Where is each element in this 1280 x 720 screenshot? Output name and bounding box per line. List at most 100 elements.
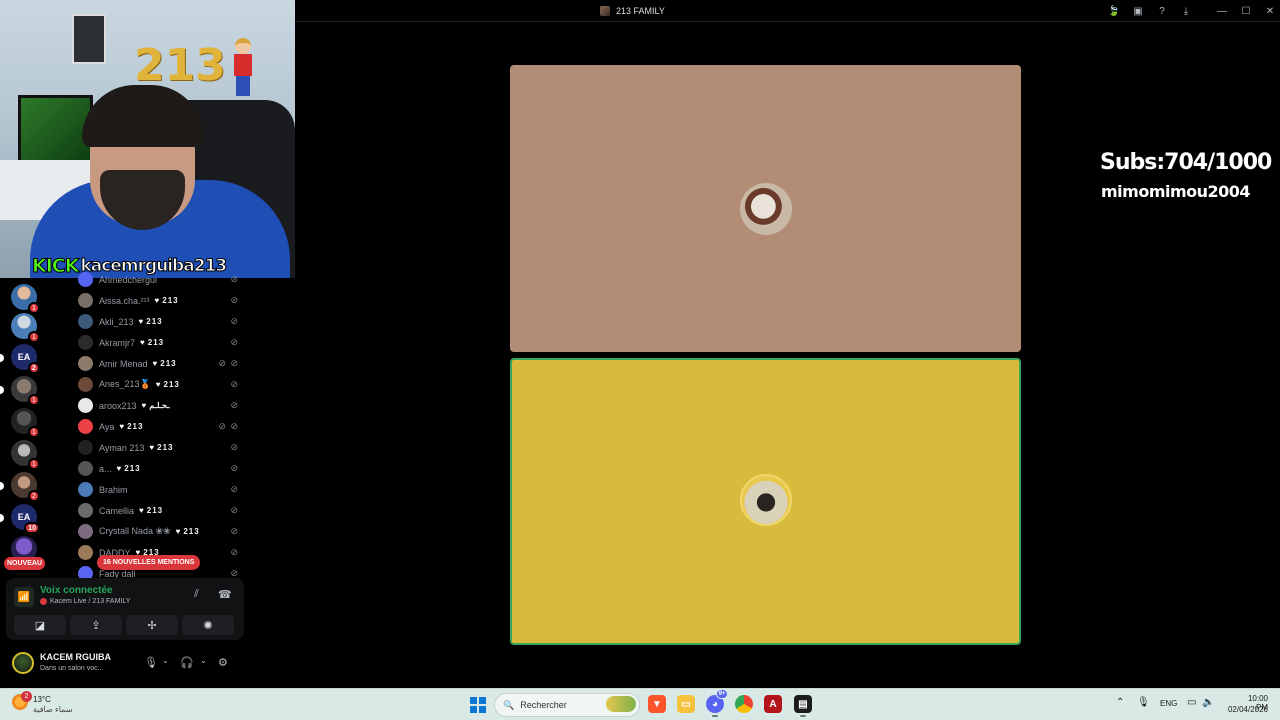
help-icon[interactable]: ? (1154, 3, 1170, 19)
chevron-down-icon[interactable]: ⌄ (200, 656, 207, 665)
tag-text: 213 (183, 527, 200, 536)
server-item[interactable]: 1 (11, 284, 40, 314)
weather-description: سماء صافية (33, 705, 73, 714)
latest-subscriber: mimomimou2004 (1101, 182, 1251, 201)
participant-tile[interactable] (510, 65, 1021, 352)
activities-button[interactable]: ✢ (126, 615, 178, 635)
avatar (78, 482, 93, 497)
member-item[interactable]: aroox213 ♥ ـحـلـم ⊘ (78, 395, 248, 416)
deafened-icon: ⊘ (230, 316, 238, 326)
member-item[interactable]: Ahmedchergui ⊘ (78, 272, 248, 290)
member-item[interactable]: Amir Menad ♥ 213 ⊘ ⊘ (78, 353, 248, 374)
volume-icon[interactable]: 🔈 (1202, 697, 1214, 708)
camera-off-button[interactable]: ◪ (14, 615, 66, 635)
member-item[interactable]: Akramjr7 ♥ 213 ⊘ (78, 332, 248, 353)
deafened-icon: ⊘ (230, 526, 238, 536)
signal-icon[interactable]: 📶 (14, 587, 34, 607)
voice-channel[interactable]: Kacem Live / 213 FAMILY (40, 598, 130, 605)
deafened-icon: ⊘ (230, 463, 238, 473)
muted-icon: ⊘ (218, 358, 226, 368)
heart-icon: ♥ (152, 359, 159, 368)
participant-tile-speaking[interactable] (510, 358, 1021, 645)
chevron-up-icon[interactable]: ⌃ (1116, 697, 1124, 708)
disconnect-icon[interactable]: ☎ (218, 588, 232, 601)
noise-suppression-icon[interactable]: ⫽ (194, 588, 199, 601)
new-servers-badge[interactable]: NOUVEAU (4, 557, 46, 570)
file-explorer-icon[interactable]: ▭ (677, 695, 695, 713)
new-mentions-button[interactable]: 16 NOUVELLES MENTIONS (97, 555, 201, 570)
muted-icon: ⊘ (218, 421, 226, 431)
microphone-icon[interactable]: 🎙 (144, 656, 158, 669)
member-item[interactable]: Anes_213🥉 ♥ 213 ⊘ (78, 374, 248, 395)
server-tag: ♥ 213 (149, 443, 173, 452)
heart-icon: ♥ (138, 317, 145, 326)
figurine (232, 38, 254, 98)
soundboard-button[interactable]: ✺ (182, 615, 234, 635)
download-icon[interactable]: ⤓ (1178, 3, 1194, 19)
deafened-icon: ⊘ (230, 358, 238, 368)
headset-icon[interactable]: 🎧 (180, 656, 194, 669)
deafened-icon: ⊘ (230, 421, 238, 431)
taskbar: 2 13°C سماء صافية 🔍 Rechercher ▼ ▭ ◕ 9+ … (0, 688, 1280, 720)
close-icon[interactable]: ✕ (1262, 3, 1278, 19)
terminal-app-icon[interactable]: ▤ (794, 695, 812, 717)
server-tag: ♥ 213 (139, 317, 163, 326)
server-item[interactable]: 1 (11, 376, 40, 406)
server-item-ea[interactable]: EA 10 (11, 504, 40, 534)
screen-share-button[interactable]: ⇪ (70, 615, 122, 635)
search-placeholder: Rechercher (520, 700, 567, 710)
member-item[interactable]: Ayman 213 ♥ 213 ⊘ (78, 437, 248, 458)
member-name: a... (99, 463, 112, 474)
minimize-icon[interactable]: — (1214, 3, 1230, 19)
member-item[interactable]: Akli_213 ♥ 213 ⊘ (78, 311, 248, 332)
unread-indicator (0, 514, 4, 522)
adobe-icon[interactable]: A (764, 695, 782, 713)
user-name[interactable]: KACEM RGUIBA (40, 652, 111, 662)
member-name: Aissa.cha.²¹³ (99, 295, 150, 306)
clock-date[interactable]: 02/04/2026 (1226, 705, 1268, 714)
member-item[interactable]: Aya ♥ 213 ⊘ ⊘ (78, 416, 248, 437)
weather-temperature[interactable]: 13°C (33, 695, 51, 704)
member-item[interactable]: Camellia ♥ 213 ⊘ (78, 500, 248, 521)
microphone-icon[interactable]: 🎙 (1137, 697, 1150, 708)
server-item[interactable]: 1 (11, 313, 40, 343)
member-item[interactable]: Brahim ⊘ (78, 479, 248, 500)
maximize-icon[interactable]: ☐ (1238, 3, 1254, 19)
server-tag: ♥ 213 (117, 464, 141, 473)
server-tag: ♥ ـحـلـم (142, 401, 170, 410)
member-item[interactable]: a... ♥ 213 ⊘ (78, 458, 248, 479)
server-item[interactable]: 2 (11, 472, 40, 502)
server-badge: 1 (28, 458, 40, 470)
member-name: Akramjr7 (99, 337, 136, 348)
leaf-icon[interactable]: 🍃 (1106, 3, 1122, 19)
language-indicator[interactable]: ENG (1160, 699, 1177, 708)
member-item[interactable]: Crystall Nada ❀❀ ♥ 213 ⊘ (78, 521, 248, 542)
avatar (78, 440, 93, 455)
member-item[interactable]: Aissa.cha.²¹³ ♥ 213 ⊘ (78, 290, 248, 311)
server-item[interactable]: 1 (11, 408, 40, 438)
chrome-icon[interactable] (735, 695, 753, 713)
server-tag: ♥ 213 (139, 506, 163, 515)
gear-icon[interactable]: ⚙ (218, 656, 228, 669)
avatar (78, 545, 93, 560)
screen-share-icon[interactable]: ▣ (1130, 3, 1146, 19)
heart-icon: ♥ (116, 464, 123, 473)
chevron-down-icon[interactable]: ⌄ (162, 656, 169, 665)
discord-icon[interactable]: ◕ 9+ (706, 689, 728, 717)
tag-text: 213 (124, 464, 141, 473)
tag-text: 213 (162, 296, 179, 305)
network-icon[interactable]: ▭ (1187, 697, 1196, 708)
start-button[interactable] (470, 697, 486, 713)
server-item-ea[interactable]: EA 2 (11, 344, 40, 374)
avatar[interactable] (12, 652, 34, 674)
brave-browser-icon[interactable]: ▼ (648, 695, 666, 713)
server-badge: 1 (28, 426, 40, 438)
server-tag: ♥ 213 (176, 527, 200, 536)
window-title: 213 FAMILY (600, 0, 665, 22)
member-name: Amir Menad (99, 358, 148, 369)
avatar (78, 461, 93, 476)
avatar (78, 524, 93, 539)
search-highlight-icon[interactable] (606, 696, 636, 712)
server-tag: ♥ 213 (119, 422, 143, 431)
server-item[interactable]: 1 (11, 440, 40, 470)
